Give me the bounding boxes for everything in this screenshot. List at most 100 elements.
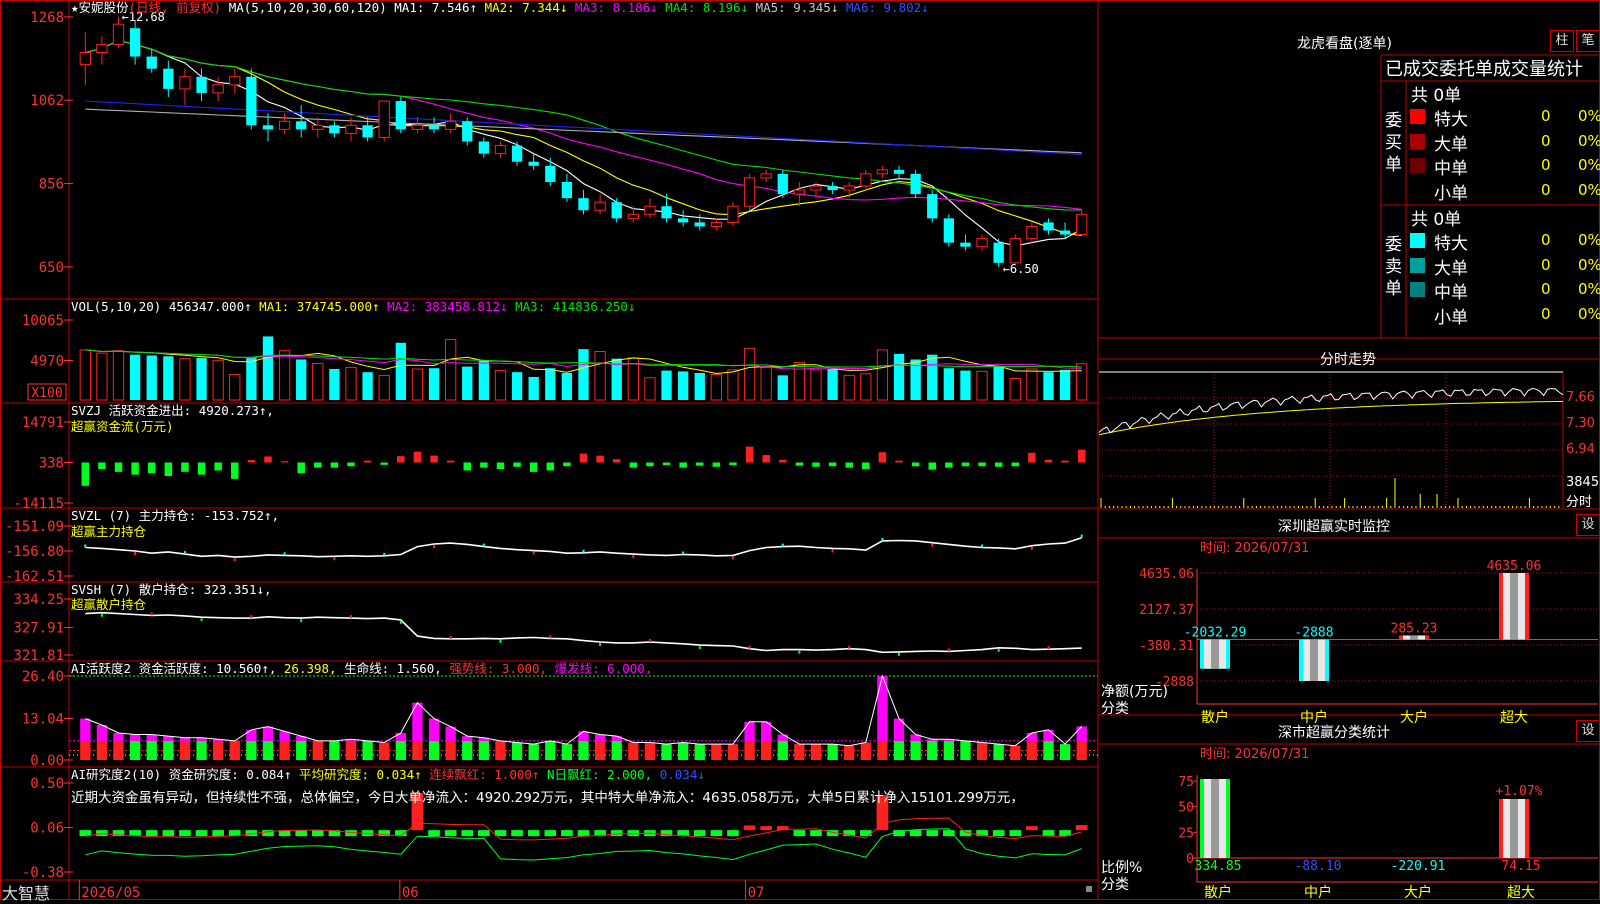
svzj-bar [679,462,687,468]
fenshi-vol-label: 38455 [1566,475,1600,490]
svzl-dot [632,555,635,559]
svzl-dot [183,551,186,555]
ai2-bar [1075,825,1088,831]
lhb-tick-button[interactable]: 笔 [1576,30,1600,52]
volume-bar-down [329,369,340,400]
szmon-settings-button[interactable]: 设 [1576,514,1600,536]
svzj-bar [911,462,920,467]
buy-row-percent: 0% [1578,131,1600,150]
svzj-bar [147,462,156,474]
candle-up [860,173,872,187]
ai1-bar-base [1043,740,1054,760]
ai1-bar-top [262,726,274,741]
svzl-ytick: -162.51 [5,569,64,585]
fenshi-title[interactable]: 分时走势 [1320,349,1376,369]
volume-bar-up [843,374,855,401]
vol-ytick: 10065 [22,313,64,329]
svsh-dot [150,612,153,616]
volume-bar-down [545,368,556,400]
volume-bar-up [494,370,507,401]
ai1-bar-base [379,742,390,760]
svzj-bar [563,462,571,467]
ai1-bar-base [794,744,805,760]
ai1-v1: 资金活跃度: 10.560↑, [138,661,277,676]
ai1-bar-base [279,740,290,760]
vol-header: VOL(5,10,20) 456347.000↑ MA1: 374745.000… [71,299,636,315]
szcls-settings-button[interactable]: 设 [1576,720,1600,742]
svzj-bar [712,462,721,467]
buy-row-swatch [1410,133,1425,149]
svsh-dot [947,648,950,652]
svzl-ytick: -156.80 [5,544,64,560]
candle-up [876,169,889,175]
svzj-header: SVZJ 活跃资金进出: 4920.273↑, [71,403,274,419]
ai2-bar [760,826,772,831]
candle-down [993,242,1004,263]
candle-down [960,242,971,247]
candle-down [578,198,589,211]
ai2-bar [527,830,540,837]
vol-ma3: MA3: 414836.250↓ [515,299,636,314]
svzl-dot [482,543,485,547]
lhb-bar-button[interactable]: 柱 [1550,30,1574,52]
svzj-bar [662,462,671,466]
volume-bar-down [262,336,274,400]
volume-bar-down [146,355,157,400]
chart-surface: 12681062856650←12.68←6.50100654970X10014… [0,0,1600,900]
svzj-bar [978,462,986,467]
svzj-bar [779,459,787,463]
ai1-bar-top [744,721,755,741]
svzj-bar [629,462,638,468]
ai1-bar-base [196,740,207,760]
fenshi-bottom-label: 分时 [1566,495,1593,510]
candle-down [196,76,207,93]
ai2-bar [810,830,822,837]
buy-row-swatch [1410,109,1425,124]
stock-name[interactable]: 安妮股份 [79,0,129,15]
candle-up [345,124,357,134]
period-label: (日线, 前复权) [128,0,222,15]
buy-row-count: 0 [1541,131,1551,150]
ai1-bar-top [611,736,622,741]
ai1-bar-base [628,742,639,760]
svzl-dot [1080,534,1083,538]
svzj-bar [646,462,654,467]
ai1-bar-base [1010,745,1021,760]
svsh-line [85,611,1082,654]
svzl-header: SVZL (7) 主力持仓: -153.752↑, [71,508,279,524]
svzj-value: 活跃资金进出: 4920.273↑, [108,403,274,418]
candle-down [329,125,340,134]
volume-bar-up [411,368,424,401]
volume-bar-down [993,365,1004,400]
volume-bar-down [462,366,473,400]
candle-up [976,238,988,248]
svsh-dot [350,615,353,619]
ai1-bar-base [661,744,672,760]
ai2-bar [145,830,158,837]
svsh-dot [648,638,651,642]
vol-value: 456347.000↑ [168,299,252,314]
ai2-bar [693,830,706,837]
candle-down [827,186,838,191]
ai1-ytick: 26.40 [22,669,64,685]
volume-bar-down [395,342,406,400]
volume-bar-down [943,368,954,400]
sell-row-percent: 0% [1578,280,1600,298]
candle-up [760,173,772,179]
ai1-bar-base [993,744,1004,760]
svzj-bar [862,462,870,470]
szcls-xlabel: 分类 [1101,877,1129,893]
buy-row-percent: 0% [1578,156,1600,174]
ai1-bar-base [611,740,622,760]
szmon-bar-label: -2888 [1294,626,1333,641]
candle-down [462,121,473,142]
ai1-bar-base [1059,744,1071,760]
lhb-title: 龙虎看盘(逐单) [1297,36,1392,52]
volume-bar-up [876,349,889,401]
svzj-bar [546,462,555,471]
ai2-bar [179,830,191,837]
buy-row-swatch [1410,183,1425,198]
svzj-bar [446,460,455,463]
ai2-comment: 近期大资金虽有异动，但持续性不强，总体偏空，今日大单净流入：4920.292万元… [71,790,1024,806]
candle-up [594,201,606,211]
